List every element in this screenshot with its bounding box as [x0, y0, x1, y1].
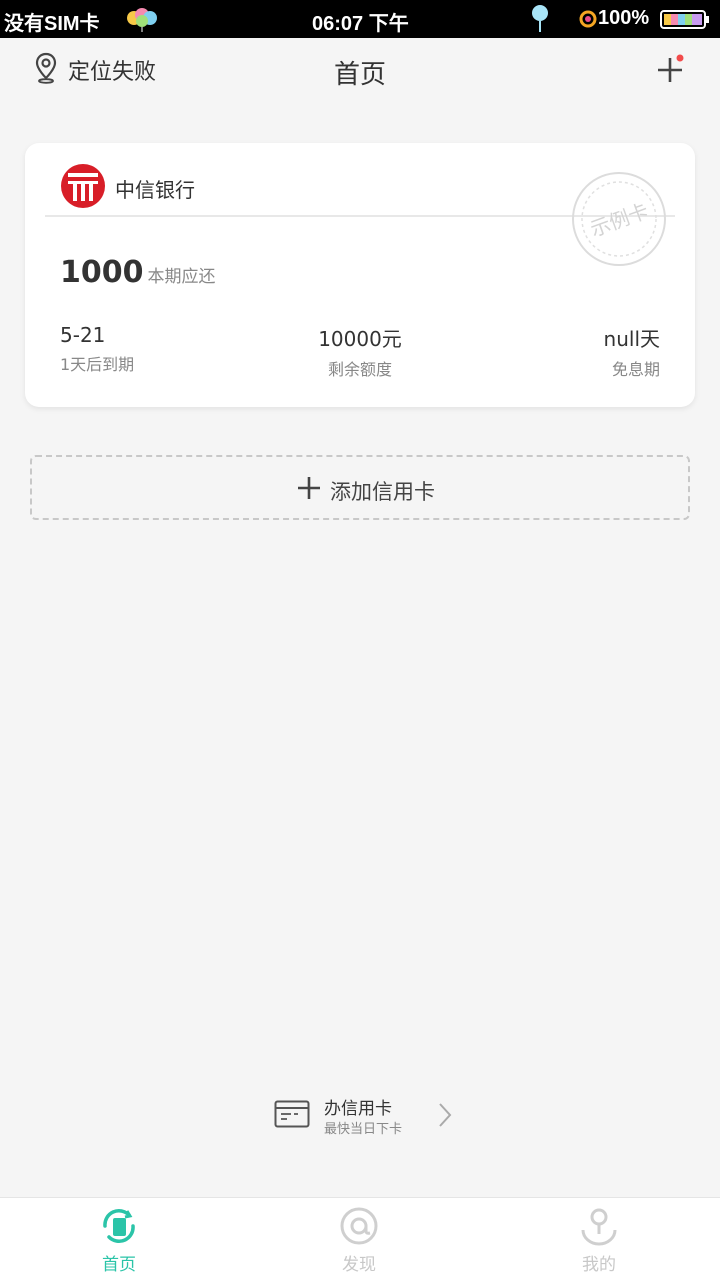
- amount-row: 1000 本期应还: [60, 255, 216, 290]
- free-days-label: 免息期: [611, 360, 660, 379]
- credit-remaining-label: 剩余额度: [327, 360, 392, 379]
- bank-name: 中信银行: [115, 178, 195, 202]
- app-header: 定位失败 首页: [0, 38, 720, 102]
- due-date-label: 1天后到期: [60, 355, 135, 374]
- apply-credit-card-link[interactable]: 办信用卡 最快当日下卡: [274, 1092, 464, 1140]
- nav-discover-label: 发现: [342, 1255, 376, 1275]
- profile-icon: [581, 1208, 617, 1246]
- home-card-icon: [103, 1208, 135, 1244]
- battery-icon: [660, 10, 709, 29]
- stamp-text: 示例卡: [587, 198, 652, 241]
- page-title: 首页: [333, 60, 386, 90]
- balloon-pin-icon: [532, 5, 548, 32]
- nav-mine-label: 我的: [582, 1255, 616, 1275]
- apply-title: 办信用卡: [324, 1099, 392, 1119]
- free-days: null天: [603, 327, 660, 351]
- apply-subtitle: 最快当日下卡: [324, 1122, 403, 1137]
- nav-tab-mine[interactable]: 我的: [539, 1198, 659, 1280]
- free-days-block: null天 免息期: [604, 323, 660, 380]
- battery-percent: 100%: [598, 7, 650, 29]
- add-credit-card-button[interactable]: 添加信用卡: [30, 455, 690, 520]
- credit-card-summary[interactable]: 中信银行 示例卡 1000 本期应还 5-21 1天后到期 10000元 剩余额度…: [25, 143, 695, 407]
- due-amount: 1000: [60, 255, 144, 290]
- credit-remaining-block: 10000元 剩余额度: [260, 323, 460, 380]
- credit-remaining: 10000元: [318, 327, 402, 351]
- colorful-ring-icon: [579, 10, 597, 28]
- credit-card-icon: [274, 1100, 310, 1128]
- plus-icon: [298, 477, 320, 499]
- bottom-nav: 首页 发现 我的: [0, 1197, 720, 1280]
- balloon-icon: [127, 8, 157, 32]
- citic-bank-logo-icon: [61, 164, 105, 208]
- sample-stamp: 示例卡: [572, 172, 666, 266]
- nav-tab-discover[interactable]: 发现: [299, 1198, 419, 1280]
- carrier-text: 没有SIM卡: [4, 13, 100, 35]
- chevron-right-icon: [439, 1103, 452, 1127]
- status-bar: 没有SIM卡 06:07 下午 100%: [0, 0, 720, 38]
- clock: 06:07 下午: [312, 13, 409, 35]
- add-credit-card-label: 添加信用卡: [330, 480, 435, 504]
- nav-home-label: 首页: [102, 1255, 136, 1275]
- due-date-block: 5-21 1天后到期: [60, 323, 134, 375]
- due-date: 5-21: [60, 323, 106, 347]
- due-amount-label: 本期应还: [147, 267, 216, 287]
- discover-icon: [340, 1207, 378, 1245]
- add-button[interactable]: [652, 52, 688, 88]
- nav-tab-home[interactable]: 首页: [59, 1198, 179, 1280]
